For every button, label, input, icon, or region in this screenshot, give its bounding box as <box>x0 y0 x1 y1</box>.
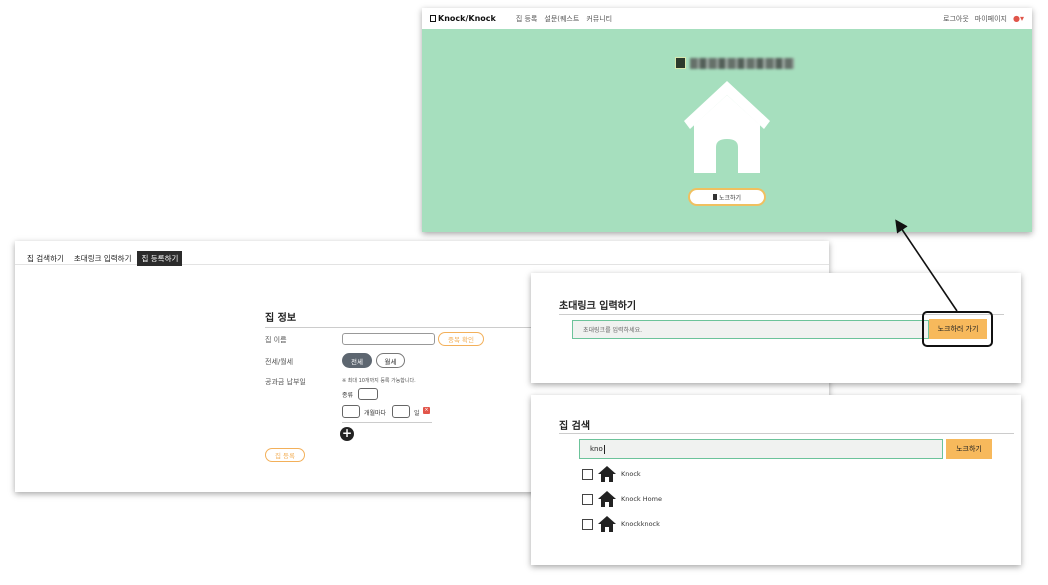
list-item[interactable]: Knock Home <box>582 491 662 507</box>
house-pixel-icon <box>675 57 686 69</box>
knock-button[interactable]: 노크하기 <box>688 188 766 206</box>
search-heading: 집 검색 <box>559 421 591 432</box>
house-icon <box>598 491 616 507</box>
wolse-toggle[interactable]: 월세 <box>376 353 405 368</box>
house-name-input[interactable] <box>342 333 435 345</box>
logo-icon <box>430 15 436 22</box>
duplicate-check-button[interactable]: 중복 확인 <box>438 332 484 346</box>
tab-register-house[interactable]: 집 등록하기 <box>137 250 183 266</box>
home-screen: Knock/Knock 집 등록 설문(퀘스트 커뮤니티 로그아웃 마이페이지 … <box>422 8 1032 232</box>
day-label: 일 <box>414 410 420 417</box>
result-name: Knock Home <box>621 495 662 503</box>
list-item[interactable]: Knockknock <box>582 516 660 532</box>
house-title <box>675 57 794 69</box>
nav-register-house[interactable]: 집 등록 <box>516 14 538 24</box>
nav-community[interactable]: 커뮤니티 <box>586 14 612 24</box>
utility-note: ※ 최대 10개까지 등록 가능합니다. <box>342 378 416 384</box>
form-heading: 집 정보 <box>265 309 535 328</box>
divider <box>559 433 1014 434</box>
invite-placeholder: 초대링크를 입력하세요. <box>583 327 643 334</box>
text-caret <box>603 444 605 454</box>
lease-type-label: 전세/월세 <box>265 358 294 366</box>
invite-link-input[interactable]: 초대링크를 입력하세요. <box>572 320 929 339</box>
nav-quest[interactable]: 설문(퀘스트 <box>544 14 579 24</box>
result-checkbox[interactable] <box>582 468 593 480</box>
bell-icon[interactable]: ●▾ <box>1013 14 1024 23</box>
result-checkbox[interactable] <box>582 493 593 505</box>
search-query: kno <box>590 445 603 453</box>
house-icon <box>684 81 770 173</box>
months-label: 개월마다 <box>364 410 387 417</box>
highlight-box <box>922 311 993 347</box>
result-name: Knock <box>621 470 641 478</box>
app-logo[interactable]: Knock/Knock <box>430 14 496 23</box>
result-name: Knockknock <box>621 520 660 528</box>
kind-input[interactable] <box>358 388 378 400</box>
house-search-screen: 집 검색 kno 노크하기 Knock Knock Home Knockknoc… <box>531 395 1021 565</box>
jeonse-toggle[interactable]: 전세 <box>342 353 372 368</box>
blurred-house-name <box>690 57 794 69</box>
mypage-link[interactable]: 마이페이지 <box>975 14 1007 24</box>
house-info-form: 집 정보 집 이름 중복 확인 전세/월세 전세 월세 공과금 납부일 ※ 최대… <box>265 309 535 462</box>
utility-due-label: 공과금 납부일 <box>265 378 306 386</box>
logout-link[interactable]: 로그아웃 <box>943 14 969 24</box>
tab-invite-link[interactable]: 초대링크 입력하기 <box>70 251 136 266</box>
house-icon <box>598 466 616 482</box>
tab-search-house[interactable]: 집 검색하기 <box>23 251 68 266</box>
door-icon <box>712 194 717 200</box>
list-item[interactable]: Knock <box>582 466 641 482</box>
search-knock-button[interactable]: 노크하기 <box>946 439 992 459</box>
divider <box>342 422 432 423</box>
day-input[interactable] <box>392 405 410 418</box>
house-icon <box>598 516 616 532</box>
home-hero: 노크하기 <box>422 29 1032 232</box>
house-name-label: 집 이름 <box>265 336 287 344</box>
knock-button-label: 노크하기 <box>718 194 742 202</box>
tab-bar: 집 검색하기 초대링크 입력하기 집 등록하기 <box>15 241 829 266</box>
delete-row-icon[interactable]: × <box>423 407 430 414</box>
register-house-button[interactable]: 집 등록 <box>265 448 305 462</box>
home-navbar: Knock/Knock 집 등록 설문(퀘스트 커뮤니티 로그아웃 마이페이지 … <box>422 8 1032 29</box>
add-utility-icon[interactable]: + <box>340 427 354 441</box>
invite-heading: 초대링크 입력하기 <box>559 301 637 312</box>
search-input[interactable]: kno <box>579 439 943 459</box>
logo-text: Knock/Knock <box>438 14 496 23</box>
months-input[interactable] <box>342 405 360 418</box>
kind-label: 종류 <box>342 392 354 399</box>
result-checkbox[interactable] <box>582 518 593 530</box>
